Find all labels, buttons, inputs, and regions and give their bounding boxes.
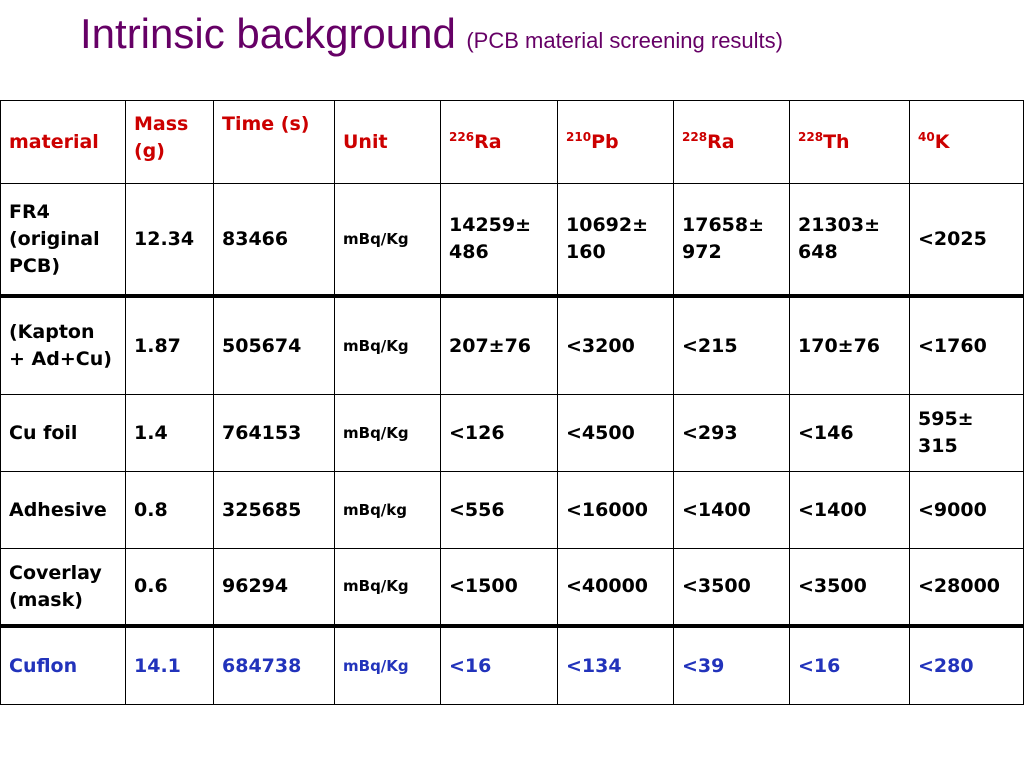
header-time: Time (s) [213,100,335,184]
header-material: material [0,100,126,184]
cell-material: (Kapton + Ad+Cu) [0,294,126,395]
table-row: FR4 (original PCB) 12.34 83466 mBq/Kg 14… [0,183,1024,297]
slide: Intrinsic background (PCB material scree… [0,0,1024,768]
table-row: (Kapton + Ad+Cu) 1.87 505674 mBq/Kg 207±… [0,294,1024,395]
cell-material: FR4 (original PCB) [0,183,126,297]
cell-time: 325685 [213,471,335,549]
cell-k40: <2025 [909,183,1024,297]
header-pb210-mass-number: 210 [566,129,592,144]
cell-mass: 1.87 [125,294,214,395]
header-unit: Unit [334,100,441,184]
table-row-highlighted: Cuflon 14.1 684738 mBq/Kg <16 <134 <39 <… [0,624,1024,705]
slide-title: Intrinsic background (PCB material scree… [80,10,783,58]
header-k40-symbol: K [934,130,950,153]
cell-ra228: <39 [673,624,790,705]
header-ra228-symbol: Ra [707,130,735,153]
cell-time: 684738 [213,624,335,705]
cell-time: 764153 [213,394,335,472]
cell-unit: mBq/kg [334,471,441,549]
cell-mass: 0.8 [125,471,214,549]
header-th228: 228Th [789,100,910,184]
cell-th228: 21303± 648 [789,183,910,297]
cell-unit: mBq/Kg [334,394,441,472]
table-row: Cu foil 1.4 764153 mBq/Kg <126 <4500 <29… [0,394,1024,472]
cell-material: Cuflon [0,624,126,705]
header-pb210-symbol: Pb [591,130,619,153]
cell-ra228: <293 [673,394,790,472]
header-th228-mass-number: 228 [798,129,824,144]
cell-th228: <1400 [789,471,910,549]
header-pb210: 210Pb [557,100,674,184]
cell-mass: 1.4 [125,394,214,472]
cell-mass: 12.34 [125,183,214,297]
header-ra226: 226Ra [440,100,558,184]
cell-unit: mBq/Kg [334,183,441,297]
table-header-row: material Mass (g) Time (s) Unit 226Ra 21… [0,100,1024,184]
cell-k40: <9000 [909,471,1024,549]
cell-pb210: <3200 [557,294,674,395]
cell-pb210: <134 [557,624,674,705]
cell-ra228: 17658± 972 [673,183,790,297]
title-main: Intrinsic background [80,10,456,57]
cell-pb210: <16000 [557,471,674,549]
cell-material: Cu foil [0,394,126,472]
cell-th228: 170±76 [789,294,910,395]
header-ra226-symbol: Ra [474,130,502,153]
cell-ra228: <3500 [673,548,790,627]
cell-ra226: 14259± 486 [440,183,558,297]
cell-ra228: <215 [673,294,790,395]
cell-th228: <146 [789,394,910,472]
cell-pb210: 10692± 160 [557,183,674,297]
cell-k40: <1760 [909,294,1024,395]
cell-mass: 0.6 [125,548,214,627]
cell-ra226: 207±76 [440,294,558,395]
header-ra228: 228Ra [673,100,790,184]
header-ra228-mass-number: 228 [682,129,708,144]
cell-ra228: <1400 [673,471,790,549]
cell-ra226: <16 [440,624,558,705]
screening-results-table: material Mass (g) Time (s) Unit 226Ra 21… [0,100,1024,705]
cell-ra226: <126 [440,394,558,472]
cell-time: 96294 [213,548,335,627]
table-row: Adhesive 0.8 325685 mBq/kg <556 <16000 <… [0,471,1024,549]
cell-time: 83466 [213,183,335,297]
cell-unit: mBq/Kg [334,548,441,627]
cell-material: Adhesive [0,471,126,549]
header-k40: 40K [909,100,1024,184]
cell-mass: 14.1 [125,624,214,705]
table-row: Coverlay (mask) 0.6 96294 mBq/Kg <1500 <… [0,548,1024,627]
cell-ra226: <556 [440,471,558,549]
cell-th228: <16 [789,624,910,705]
cell-material: Coverlay (mask) [0,548,126,627]
cell-ra226: <1500 [440,548,558,627]
header-th228-symbol: Th [823,130,850,153]
header-mass: Mass (g) [125,100,214,184]
cell-pb210: <40000 [557,548,674,627]
cell-unit: mBq/Kg [334,624,441,705]
cell-th228: <3500 [789,548,910,627]
cell-unit: mBq/Kg [334,294,441,395]
cell-k40: <280 [909,624,1024,705]
header-k40-mass-number: 40 [918,129,935,144]
title-subtitle: (PCB material screening results) [466,28,783,53]
header-ra226-mass-number: 226 [449,129,475,144]
cell-time: 505674 [213,294,335,395]
cell-k40: <28000 [909,548,1024,627]
cell-pb210: <4500 [557,394,674,472]
cell-k40: 595± 315 [909,394,1024,472]
